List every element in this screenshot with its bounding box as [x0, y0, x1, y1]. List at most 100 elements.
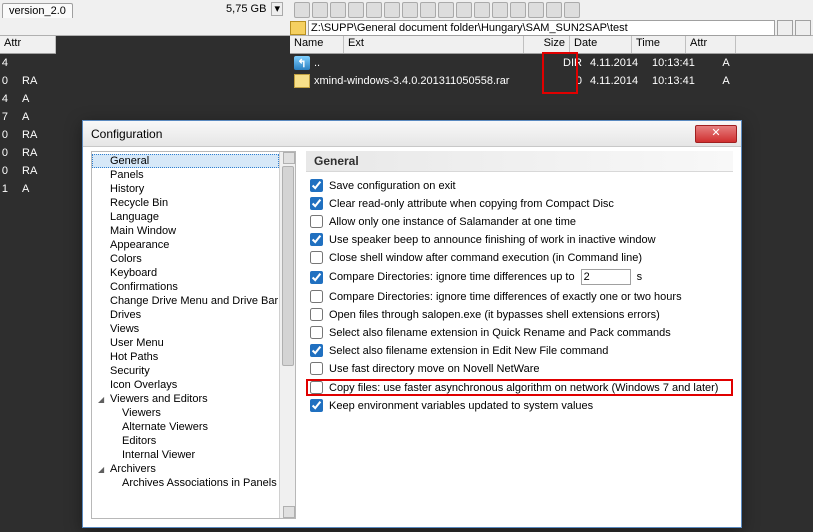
checkbox[interactable] [310, 344, 323, 357]
checkbox[interactable] [310, 290, 323, 303]
left-panel-rows: 40RA4A7A0RA0RA0RA1A [0, 54, 56, 198]
opt-fast-novell[interactable]: Use fast directory move on Novell NetWar… [306, 361, 733, 376]
checkbox[interactable] [310, 197, 323, 210]
up-dir-icon: ↰ [294, 56, 310, 70]
tree-item[interactable]: Archivers [92, 462, 279, 476]
toolbar-icon[interactable] [474, 2, 490, 18]
tree-item[interactable]: Appearance [92, 238, 279, 252]
toolbar-icon[interactable] [456, 2, 472, 18]
toolbar-icon[interactable] [348, 2, 364, 18]
opt-sel-ext-newfile[interactable]: Select also filename extension in Edit N… [306, 343, 733, 358]
checkbox[interactable] [310, 271, 323, 284]
tree-item[interactable]: Keyboard [92, 266, 279, 280]
configuration-dialog: Configuration ✕ GeneralPanelsHistoryRecy… [82, 120, 742, 528]
opt-clear-readonly[interactable]: Clear read-only attribute when copying f… [306, 196, 733, 211]
opt-compare-dir-time[interactable]: Compare Directories: ignore time differe… [306, 268, 733, 286]
toolbar-icon[interactable] [510, 2, 526, 18]
tree-item[interactable]: Panels [92, 168, 279, 182]
toolbar-icon[interactable] [492, 2, 508, 18]
toolbar-icon[interactable] [546, 2, 562, 18]
opt-salopen[interactable]: Open files through salopen.exe (it bypas… [306, 307, 733, 322]
toolbar-icon[interactable] [438, 2, 454, 18]
tree-item[interactable]: Security [92, 364, 279, 378]
tree-item[interactable]: General [92, 154, 279, 168]
col-size[interactable]: Size [524, 36, 570, 53]
col-attr[interactable]: Attr [0, 36, 56, 53]
col-name[interactable]: Name [290, 36, 344, 53]
tree-item[interactable]: Main Window [92, 224, 279, 238]
opt-speaker-beep[interactable]: Use speaker beep to announce finishing o… [306, 232, 733, 247]
tree-item[interactable]: Internal Viewer [92, 448, 279, 462]
toolbar-icon[interactable] [366, 2, 382, 18]
list-row[interactable]: 4A [0, 90, 56, 108]
toolbar-icon[interactable] [402, 2, 418, 18]
chevron-down-icon[interactable]: ▾ [271, 2, 283, 16]
checkbox[interactable] [310, 399, 323, 412]
time-diff-input[interactable] [581, 269, 631, 285]
tree-item[interactable]: Hot Paths [92, 350, 279, 364]
list-row[interactable]: 4 [0, 54, 56, 72]
opt-copy-async[interactable]: Copy files: use faster asynchronous algo… [306, 379, 733, 396]
tree-item[interactable]: Icon Overlays [92, 378, 279, 392]
opt-keep-env[interactable]: Keep environment variables updated to sy… [306, 398, 733, 413]
tab-version[interactable]: version_2.0 [2, 3, 73, 18]
list-row[interactable]: 0RA [0, 126, 56, 144]
path-favorite-button[interactable] [795, 20, 811, 36]
toolbar-icon[interactable] [384, 2, 400, 18]
tree-item[interactable]: Recycle Bin [92, 196, 279, 210]
checkbox[interactable] [310, 251, 323, 264]
opt-sel-ext-quickrename[interactable]: Select also filename extension in Quick … [306, 325, 733, 340]
toolbar-icon[interactable] [312, 2, 328, 18]
titlebar[interactable]: Configuration ✕ [83, 121, 741, 147]
tree-item[interactable]: Alternate Viewers [92, 420, 279, 434]
scroll-thumb[interactable] [282, 166, 294, 366]
tree-item[interactable]: Drives [92, 308, 279, 322]
path-row: Z:\SUPP\General document folder\Hungary\… [290, 20, 811, 36]
list-row[interactable]: 0RA [0, 162, 56, 180]
checkbox[interactable] [310, 233, 323, 246]
tree-item[interactable]: Confirmations [92, 280, 279, 294]
list-row[interactable]: 7A [0, 108, 56, 126]
tree-scrollbar[interactable] [279, 152, 295, 518]
toolbar-icon[interactable] [564, 2, 580, 18]
tree-item[interactable]: User Menu [92, 336, 279, 350]
list-row[interactable]: 0RA [0, 144, 56, 162]
path-input[interactable]: Z:\SUPP\General document folder\Hungary\… [308, 20, 775, 36]
path-history-button[interactable] [777, 20, 793, 36]
opt-close-shell[interactable]: Close shell window after command executi… [306, 250, 733, 265]
tree-item[interactable]: Views [92, 322, 279, 336]
tree-item[interactable]: Archives Associations in Panels [92, 476, 279, 490]
col-date[interactable]: Date [570, 36, 632, 53]
drive-icon[interactable] [290, 21, 306, 35]
opt-compare-dir-hours[interactable]: Compare Directories: ignore time differe… [306, 289, 733, 304]
tree-item[interactable]: History [92, 182, 279, 196]
opt-save-config[interactable]: Save configuration on exit [306, 178, 733, 193]
toolbar [290, 0, 813, 20]
tree-item[interactable]: Change Drive Menu and Drive Bar [92, 294, 279, 308]
checkbox[interactable] [310, 362, 323, 375]
tree-item[interactable]: Colors [92, 252, 279, 266]
config-tree[interactable]: GeneralPanelsHistoryRecycle BinLanguageM… [92, 152, 279, 518]
opt-one-instance[interactable]: Allow only one instance of Salamander at… [306, 214, 733, 229]
col-attr[interactable]: Attr [686, 36, 736, 53]
archive-icon [294, 74, 310, 88]
checkbox[interactable] [310, 179, 323, 192]
tree-item[interactable]: Viewers [92, 406, 279, 420]
tree-item[interactable]: Viewers and Editors [92, 392, 279, 406]
checkbox[interactable] [310, 215, 323, 228]
tree-item[interactable]: Language [92, 210, 279, 224]
toolbar-icon[interactable] [420, 2, 436, 18]
col-time[interactable]: Time [632, 36, 686, 53]
checkbox[interactable] [310, 308, 323, 321]
tree-item[interactable]: Editors [92, 434, 279, 448]
checkbox[interactable] [310, 381, 323, 394]
list-row[interactable]: 0RA [0, 72, 56, 90]
top-strip: version_2.0 5,75 GB ▾ Z:\SUPP\General do… [0, 0, 813, 36]
toolbar-icon[interactable] [294, 2, 310, 18]
list-row[interactable]: 1A [0, 180, 56, 198]
checkbox[interactable] [310, 326, 323, 339]
toolbar-icon[interactable] [330, 2, 346, 18]
toolbar-icon[interactable] [528, 2, 544, 18]
close-button[interactable]: ✕ [695, 125, 737, 143]
col-ext[interactable]: Ext [344, 36, 524, 53]
